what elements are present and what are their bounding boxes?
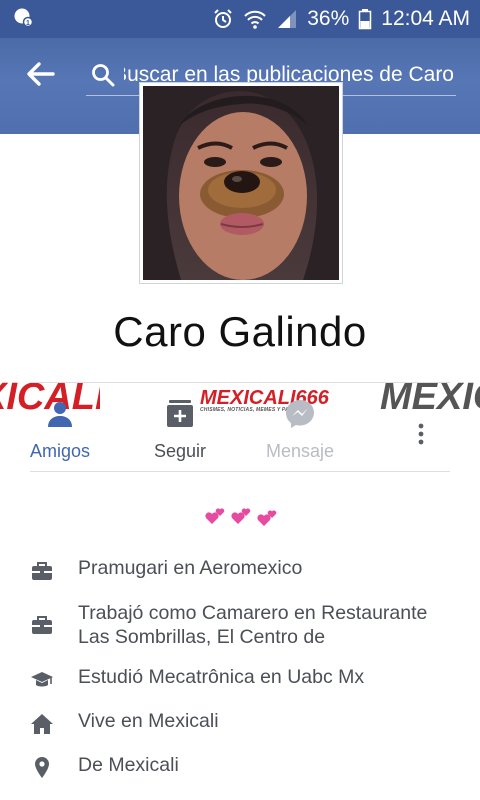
status-bar: 1 36% 12:04 AM [0, 0, 480, 38]
status-left: 1 [12, 6, 34, 33]
intro-item-past-work[interactable]: Trabajó como Camarero en Restaurante Las… [30, 601, 460, 649]
intro-item-from[interactable]: De Mexicali [30, 753, 460, 780]
search-icon [92, 63, 115, 86]
follow-icon [165, 397, 195, 431]
briefcase-icon [32, 616, 52, 634]
back-button[interactable] [22, 58, 58, 90]
message-button[interactable]: Mensaje [240, 383, 360, 471]
more-options-button[interactable] [406, 383, 436, 471]
friends-button[interactable]: Amigos [0, 383, 120, 471]
notification-icon: 1 [12, 6, 34, 33]
briefcase-icon [32, 562, 52, 580]
signal-icon [276, 8, 298, 30]
profile-photo [143, 86, 339, 280]
intro-education-text: Estudió Mecatrônica en Uabc Mx [78, 666, 365, 688]
wifi-icon [243, 8, 267, 30]
back-arrow-icon [27, 62, 55, 86]
svg-text:1: 1 [26, 20, 30, 27]
friends-icon [43, 397, 77, 431]
intro-list: Pramugari en Aeromexico Trabajó como Cam… [30, 556, 460, 780]
intro-work-text: Pramugari en Aeromexico [78, 557, 303, 579]
profile-name: Caro Galindo [113, 308, 367, 355]
intro-lives-in-text: Vive en Mexicali [78, 710, 219, 732]
graduation-cap-icon [31, 672, 53, 687]
more-vertical-icon [418, 417, 424, 451]
friends-label: Amigos [29, 441, 91, 461]
message-label: Mensaje [265, 441, 335, 461]
status-right: 36% 12:04 AM [212, 7, 470, 31]
follow-label: Seguir [153, 441, 207, 461]
follow-button[interactable]: Seguir [120, 383, 240, 471]
intro-item-work[interactable]: Pramugari en Aeromexico [30, 556, 460, 583]
intro-item-lives-in[interactable]: Vive en Mexicali [30, 709, 460, 736]
home-icon [31, 714, 53, 734]
alarm-icon [212, 8, 234, 30]
dog-filter-face-image [143, 86, 339, 280]
two-hearts-icon [205, 508, 277, 526]
intro-from-text: De Mexicali [78, 754, 179, 776]
intro-item-education[interactable]: Estudió Mecatrônica en Uabc Mx [30, 665, 460, 692]
clock-time: 12:04 AM [381, 7, 470, 30]
profile-actions: Amigos Seguir Mensaje [30, 382, 450, 472]
messenger-icon [284, 397, 316, 431]
location-pin-icon [35, 757, 49, 778]
intro-past-work-text: Trabajó como Camarero en Restaurante Las… [78, 602, 428, 648]
bio-emoji: 💕💕💕 [0, 504, 480, 535]
battery-percent: 36% [307, 7, 350, 30]
profile-picture[interactable] [139, 82, 343, 284]
battery-icon [358, 8, 372, 30]
